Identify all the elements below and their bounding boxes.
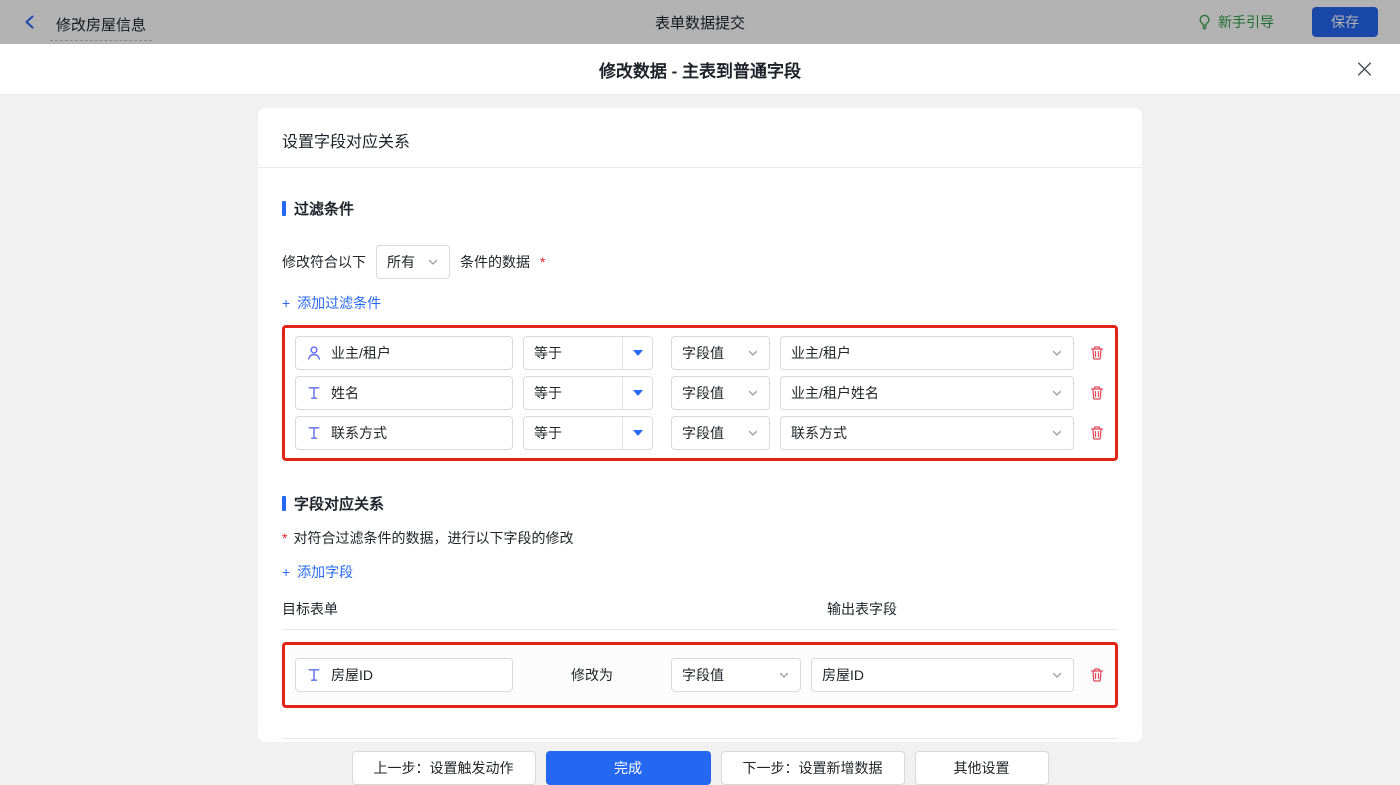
prev-step-button[interactable]: 上一步：设置触发动作	[352, 751, 536, 785]
required-asterisk: *	[282, 530, 287, 546]
chevron-down-icon	[1051, 427, 1063, 439]
add-filter-condition-link[interactable]: + 添加过滤条件	[282, 293, 381, 313]
value-type-value: 字段值	[682, 343, 724, 363]
target-form-column-label: 目标表单	[282, 599, 827, 619]
filter-conditions-highlight-box: 业主/租户 等于 字段值 业主/租户	[282, 325, 1118, 461]
mapping-description: * 对符合过滤条件的数据，进行以下字段的修改	[282, 528, 1118, 548]
text-field-icon	[306, 667, 322, 683]
operator-select[interactable]: 等于	[523, 376, 653, 410]
condition-value: 业主/租户	[791, 343, 851, 363]
operator-value: 等于	[524, 423, 622, 443]
condition-field-value: 姓名	[331, 383, 359, 403]
mapping-row: 房屋ID 修改为 字段值 房屋ID	[295, 658, 1105, 692]
mapping-description-text: 对符合过滤条件的数据，进行以下字段的修改	[293, 528, 573, 548]
filter-condition-row: 联系方式 等于 字段值 联系方式	[295, 416, 1105, 450]
match-mode-select[interactable]: 所有	[376, 245, 450, 279]
chevron-down-icon	[1051, 347, 1063, 359]
operator-dropdown-button[interactable]	[622, 377, 652, 409]
mapping-section-title: 字段对应关系	[282, 493, 1118, 514]
value-type-value: 字段值	[682, 665, 724, 685]
output-field-select[interactable]: 房屋ID	[811, 658, 1074, 692]
text-field-icon	[306, 385, 322, 401]
modal-body: 设置字段对应关系 过滤条件 修改符合以下 所有 条件的数据 * +	[0, 95, 1400, 755]
condition-value: 业主/租户姓名	[791, 383, 879, 403]
delete-row-icon[interactable]	[1089, 425, 1105, 441]
delete-row-icon[interactable]	[1089, 385, 1105, 401]
operator-value: 等于	[524, 343, 622, 363]
condition-value: 联系方式	[791, 423, 847, 443]
close-icon[interactable]	[1356, 61, 1373, 78]
value-type-select[interactable]: 字段值	[671, 658, 801, 692]
filter-section-label: 过滤条件	[294, 198, 354, 219]
plus-icon: +	[282, 295, 290, 311]
triangle-down-icon	[633, 350, 643, 356]
other-settings-button[interactable]: 其他设置	[915, 751, 1049, 785]
target-field-value: 房屋ID	[331, 665, 373, 685]
top-navigation-bar: 修改房屋信息 表单数据提交 新手引导 保存	[0, 0, 1400, 44]
operator-select[interactable]: 等于	[523, 416, 653, 450]
field-mapping-card: 设置字段对应关系 过滤条件 修改符合以下 所有 条件的数据 * +	[258, 108, 1142, 742]
modal-title: 修改数据 - 主表到普通字段	[599, 57, 801, 82]
chevron-down-icon	[1051, 387, 1063, 399]
mapping-highlight-box: 房屋ID 修改为 字段值 房屋ID	[282, 642, 1118, 708]
plus-icon: +	[282, 564, 290, 580]
columns-divider	[282, 629, 1118, 630]
chevron-down-icon	[1051, 669, 1063, 681]
condition-field-value: 业主/租户	[331, 343, 391, 363]
condition-value-select[interactable]: 业主/租户	[780, 336, 1074, 370]
mapping-section-label: 字段对应关系	[294, 493, 384, 514]
value-type-value: 字段值	[682, 423, 724, 443]
operator-value: 等于	[524, 383, 622, 403]
section-accent-bar	[282, 201, 286, 216]
output-field-column-label: 输出表字段	[827, 599, 897, 619]
filter-section-title: 过滤条件	[282, 198, 1118, 219]
add-field-label: 添加字段	[297, 562, 353, 582]
chevron-down-icon	[747, 387, 759, 399]
next-step-button[interactable]: 下一步：设置新增数据	[721, 751, 905, 785]
triangle-down-icon	[633, 390, 643, 396]
target-field-input[interactable]: 房屋ID	[295, 658, 513, 692]
card-title: 设置字段对应关系	[258, 108, 1142, 168]
value-type-value: 字段值	[682, 383, 724, 403]
match-suffix-label: 条件的数据	[460, 252, 530, 272]
operator-select[interactable]: 等于	[523, 336, 653, 370]
match-mode-value: 所有	[387, 252, 415, 272]
section-accent-bar	[282, 496, 286, 511]
value-type-select[interactable]: 字段值	[671, 416, 770, 450]
chevron-down-icon	[427, 256, 439, 268]
triangle-down-icon	[633, 430, 643, 436]
output-field-value: 房屋ID	[822, 665, 864, 685]
modify-to-label: 修改为	[513, 665, 671, 685]
add-field-link[interactable]: + 添加字段	[282, 562, 353, 582]
match-condition-line: 修改符合以下 所有 条件的数据 *	[282, 245, 1118, 279]
modal-dim-overlay	[0, 0, 1400, 44]
condition-field-value: 联系方式	[331, 423, 387, 443]
modal-header: 修改数据 - 主表到普通字段	[0, 44, 1400, 95]
value-type-select[interactable]: 字段值	[671, 336, 770, 370]
condition-value-select[interactable]: 联系方式	[780, 416, 1074, 450]
required-asterisk: *	[540, 254, 545, 270]
operator-dropdown-button[interactable]	[622, 337, 652, 369]
condition-field-input[interactable]: 业主/租户	[295, 336, 513, 370]
chevron-down-icon	[778, 669, 790, 681]
filter-condition-row: 业主/租户 等于 字段值 业主/租户	[295, 336, 1105, 370]
chevron-down-icon	[747, 347, 759, 359]
filter-condition-row: 姓名 等于 字段值 业主/租户姓名	[295, 376, 1105, 410]
match-prefix-label: 修改符合以下	[282, 252, 366, 272]
delete-row-icon[interactable]	[1089, 345, 1105, 361]
operator-dropdown-button[interactable]	[622, 417, 652, 449]
value-type-select[interactable]: 字段值	[671, 376, 770, 410]
user-icon	[306, 345, 322, 361]
mapping-columns-header: 目标表单 输出表字段	[282, 599, 1118, 619]
condition-field-input[interactable]: 姓名	[295, 376, 513, 410]
done-button[interactable]: 完成	[546, 751, 711, 785]
text-field-icon	[306, 425, 322, 441]
condition-value-select[interactable]: 业主/租户姓名	[780, 376, 1074, 410]
footer-buttons: 上一步：设置触发动作 完成 下一步：设置新增数据 其他设置	[282, 751, 1118, 785]
delete-row-icon[interactable]	[1089, 667, 1105, 683]
add-filter-condition-label: 添加过滤条件	[297, 293, 381, 313]
footer-divider	[282, 738, 1118, 739]
condition-field-input[interactable]: 联系方式	[295, 416, 513, 450]
chevron-down-icon	[747, 427, 759, 439]
